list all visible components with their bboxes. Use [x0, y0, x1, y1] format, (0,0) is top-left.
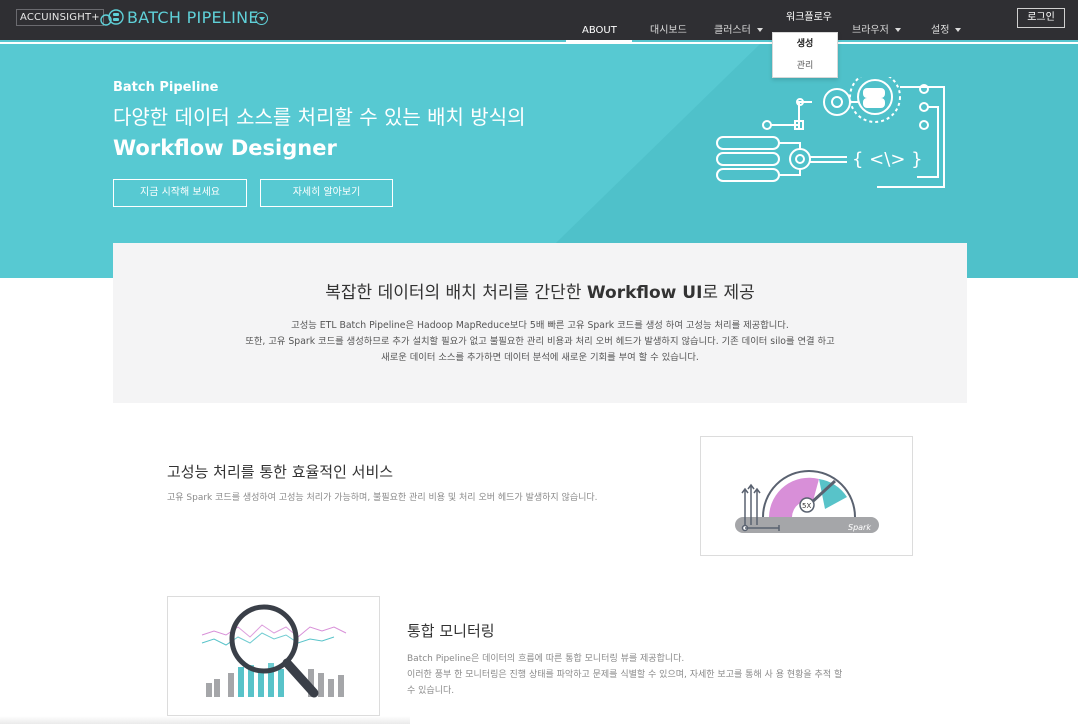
feature-monitoring-desc: Batch Pipeline은 데이터의 흐름에 따른 통합 모니터링 뷰를 제… [407, 654, 685, 664]
spark-gauge-illustration: 5X Spark [700, 436, 913, 556]
accuinsight-logo[interactable]: ACCUINSIGHT+ [16, 9, 104, 26]
feature-monitoring-title: 통합 모니터링 [407, 622, 495, 640]
feature-monitoring-desc: 이러한 풍부 한 모니터링은 진행 상태를 파악하고 문제를 식별할 수 있으며… [407, 670, 843, 680]
app-switch-chevron-icon[interactable] [255, 12, 268, 25]
learn-more-button[interactable]: 자세히 알아보기 [260, 179, 393, 207]
code-braces-label: { <\> } [852, 149, 923, 170]
menu-item-create[interactable]: 생성 [773, 33, 837, 55]
magnifier-chart-icon [201, 604, 347, 698]
feature-performance-desc: 고유 Spark 코드를 생성하여 고성능 처리가 가능하며, 불필요한 관리 … [167, 493, 598, 503]
pipeline-logo-icon [100, 9, 124, 26]
chevron-down-icon [756, 28, 763, 32]
speed-gauge-icon: 5X Spark [735, 470, 879, 533]
monitoring-illustration [167, 596, 380, 716]
hero-headline: 다양한 데이터 소스를 처리할 수 있는 배치 방식의 [113, 105, 526, 129]
intro-title: 복잡한 데이터의 배치 처리를 간단한 Workflow UI로 제공 [325, 283, 755, 303]
app-title[interactable]: BATCH PIPELINE [127, 7, 259, 29]
login-button[interactable]: 로그인 [1017, 8, 1065, 28]
intro-section: 복잡한 데이터의 배치 처리를 간단한 Workflow UI로 제공 고성능 … [113, 243, 967, 403]
nav-about[interactable]: ABOUT [582, 24, 617, 38]
chevron-down-icon [894, 28, 901, 32]
get-started-button[interactable]: 지금 시작해 보세요 [113, 179, 247, 207]
feature-monitoring-desc: 수 있습니다. [407, 686, 455, 696]
gauge-label: 5X [802, 502, 811, 510]
intro-paragraph: 또한, 고유 Spark 코드를 생성하므로 추가 설치할 필요가 없고 불필요… [245, 336, 835, 347]
scroll-fade [0, 716, 410, 724]
top-bar: ACCUINSIGHT+ BATCH PIPELINE ABOUT 대시보드 클… [0, 0, 1078, 43]
nav-settings[interactable]: 설정 [931, 24, 962, 38]
nav-workflow[interactable]: 워크플로우 [786, 11, 832, 25]
workflow-dropdown-menu: 생성 관리 [772, 32, 838, 78]
intro-paragraph: 고성능 ETL Batch Pipeline은 Hadoop MapReduce… [291, 320, 789, 331]
workflow-illustration: { <\> } [716, 77, 945, 188]
chevron-down-icon [955, 28, 962, 32]
nav-active-indicator [566, 40, 632, 43]
nav-browser[interactable]: 브라우저 [852, 24, 901, 38]
hero-headline-bold: Workflow Designer [113, 136, 337, 160]
nav-cluster[interactable]: 클러스터 [714, 24, 763, 38]
feature-performance-title: 고성능 처리를 통한 효율적인 서비스 [167, 463, 394, 481]
spark-logo-label: Spark [848, 523, 871, 532]
intro-paragraph: 새로운 데이터 소스를 추가하면 데이터 분석에 새로운 기회를 부여 할 수 … [381, 352, 699, 363]
menu-item-manage[interactable]: 관리 [773, 55, 837, 77]
hero-subtitle: Batch Pipeline [113, 80, 219, 95]
nav-dashboard[interactable]: 대시보드 [650, 24, 687, 38]
